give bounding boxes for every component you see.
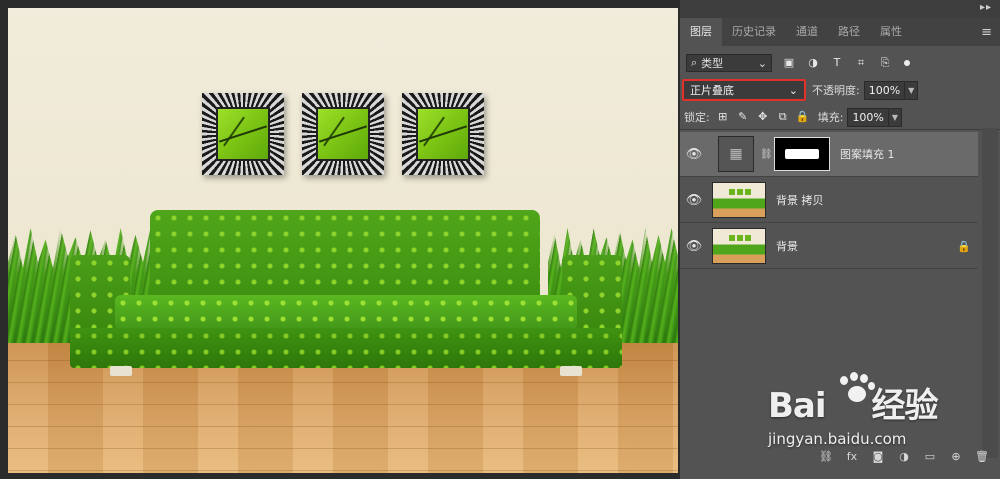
tab-paths[interactable]: 路径 xyxy=(828,18,870,46)
layer-thumbnail xyxy=(712,228,766,264)
filter-toggle-icon[interactable] xyxy=(904,60,910,66)
type-filter-icon[interactable]: T xyxy=(830,56,844,70)
add-mask-icon[interactable]: ◙ xyxy=(870,449,886,465)
tab-history[interactable]: 历史记录 xyxy=(722,18,786,46)
new-group-icon[interactable]: ▭ xyxy=(922,449,938,465)
panel-bottom-toolbar: ⛓ fx ◙ ◑ ▭ ⊕ 🗑 xyxy=(680,442,1000,472)
layer-thumbnail xyxy=(712,182,766,218)
search-icon: ⌕ xyxy=(691,56,698,69)
adjustment-filter-icon[interactable]: ◑ xyxy=(806,56,820,70)
picture-frame-2 xyxy=(302,93,384,175)
lock-position-icon[interactable]: ✥ xyxy=(756,110,770,124)
fill-dropdown-icon[interactable]: ▼ xyxy=(888,107,902,127)
tab-properties[interactable]: 属性 xyxy=(870,18,912,46)
lock-label: 锁定: xyxy=(684,111,710,124)
opacity-field[interactable]: 100% xyxy=(863,80,906,100)
link-layers-icon[interactable]: ⛓ xyxy=(818,449,834,465)
lock-transparent-pixels-icon[interactable]: ⊞ xyxy=(716,110,730,124)
blend-row: 正片叠底 ⌄ 不透明度: 100% ▼ xyxy=(680,78,1000,102)
layer-background-copy[interactable]: 👁 背景 拷贝 xyxy=(680,178,978,223)
new-adjustment-icon[interactable]: ◑ xyxy=(896,449,912,465)
room-image xyxy=(8,8,678,473)
layer-mask-thumbnail[interactable] xyxy=(774,137,830,171)
filter-type-select[interactable]: ⌕ 类型 ⌄ xyxy=(686,54,772,72)
panel-menu-icon[interactable]: ≡ xyxy=(981,25,992,40)
filter-type-label: 类型 xyxy=(701,57,724,70)
image-filter-icon[interactable]: ▣ xyxy=(782,56,796,70)
layer-name[interactable]: 背景 xyxy=(776,238,954,254)
visibility-eye-icon[interactable]: 👁 xyxy=(680,239,708,254)
layer-lock-icon[interactable]: 🔒 xyxy=(954,240,974,253)
opacity-dropdown-icon[interactable]: ▼ xyxy=(905,80,919,100)
blend-mode-select[interactable]: 正片叠底 ⌄ xyxy=(682,79,806,101)
blend-mode-value: 正片叠底 xyxy=(690,84,734,97)
green-sofa xyxy=(70,210,622,376)
layers-panel: ▸▸ 图层 历史记录 通道 路径 属性 ≡ ⌕ 类型 ⌄ ▣ ◑ T ⌗ ⎘ 正… xyxy=(680,0,1000,479)
tab-channels[interactable]: 通道 xyxy=(786,18,828,46)
layer-filter-row: ⌕ 类型 ⌄ ▣ ◑ T ⌗ ⎘ xyxy=(680,52,1000,74)
document-canvas[interactable] xyxy=(0,0,680,479)
divider xyxy=(680,129,1000,130)
smart-object-filter-icon[interactable]: ⎘ xyxy=(878,56,892,70)
visibility-eye-icon[interactable]: 👁 xyxy=(680,193,708,208)
visibility-eye-icon[interactable]: 👁 xyxy=(680,147,708,162)
lock-image-pixels-icon[interactable]: ✎ xyxy=(736,110,750,124)
panel-title-bar: ▸▸ xyxy=(680,0,1000,18)
opacity-label: 不透明度: xyxy=(812,84,860,97)
chevron-down-icon: ⌄ xyxy=(788,83,798,97)
pattern-fill-thumbnail: ▦ xyxy=(718,136,754,172)
lock-row: 锁定: ⊞ ✎ ✥ ⧉ 🔒 填充: 100% ▼ xyxy=(680,107,1000,127)
fill-field[interactable]: 100% xyxy=(847,107,889,127)
shape-filter-icon[interactable]: ⌗ xyxy=(854,56,868,70)
collapse-icon[interactable]: ▸▸ xyxy=(980,2,992,13)
chevron-down-icon: ⌄ xyxy=(757,56,767,70)
layers-scrollbar[interactable] xyxy=(982,128,998,458)
lock-artboard-icon[interactable]: ⧉ xyxy=(776,110,790,124)
picture-frame-1 xyxy=(202,93,284,175)
fill-label: 填充: xyxy=(817,111,844,124)
chain-link-icon[interactable]: ⛓ xyxy=(760,149,773,160)
lock-all-icon[interactable]: 🔒 xyxy=(796,110,810,124)
layer-name[interactable]: 背景 拷贝 xyxy=(776,192,978,208)
delete-layer-icon[interactable]: 🗑 xyxy=(974,449,990,465)
layer-background[interactable]: 👁 背景 🔒 xyxy=(680,224,978,269)
picture-frame-3 xyxy=(402,93,484,175)
layer-name[interactable]: 图案填充 1 xyxy=(840,146,978,162)
new-layer-icon[interactable]: ⊕ xyxy=(948,449,964,465)
layer-style-icon[interactable]: fx xyxy=(844,449,860,465)
tab-layers[interactable]: 图层 xyxy=(680,18,722,46)
layer-pattern-fill[interactable]: 👁 ▦ ⛓ 图案填充 1 xyxy=(680,132,978,177)
panel-tabs: 图层 历史记录 通道 路径 属性 xyxy=(680,18,1000,46)
